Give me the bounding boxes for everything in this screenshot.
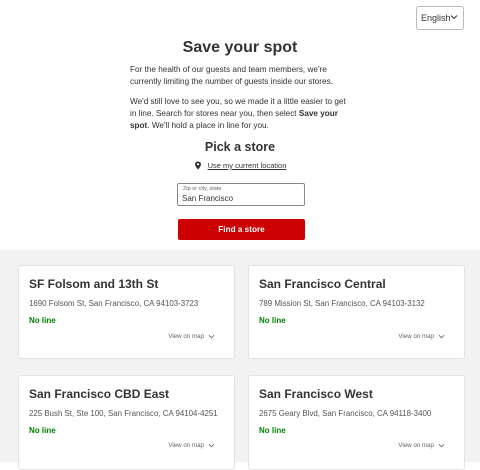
- store-address: 789 Mission St, San Francisco, CA 94103-…: [259, 299, 425, 308]
- find-store-button[interactable]: Find a store: [178, 219, 305, 240]
- language-selected-value: English: [421, 13, 451, 23]
- store-line-status: No line: [29, 426, 56, 435]
- view-on-map-link[interactable]: View on map: [168, 442, 215, 449]
- store-card[interactable]: San Francisco CBD East 225 Bush St, Ste …: [18, 375, 235, 470]
- view-on-map-link[interactable]: View on map: [398, 333, 445, 340]
- store-line-status: No line: [259, 426, 286, 435]
- instructions-text-end: . We'll hold a place in line for you.: [147, 121, 269, 130]
- pick-store-heading: Pick a store: [204, 140, 276, 154]
- store-name: San Francisco Central: [259, 277, 386, 291]
- store-name: San Francisco CBD East: [29, 387, 170, 401]
- use-current-location-link[interactable]: Use my current location: [208, 161, 287, 170]
- store-name: SF Folsom and 13th St: [29, 277, 159, 291]
- view-on-map-label: View on map: [168, 333, 204, 340]
- view-on-map-link[interactable]: View on map: [168, 333, 215, 340]
- intro-paragraph: For the health of our guests and team me…: [130, 65, 333, 86]
- instructions-paragraph: We'd still love to see you, so we made i…: [130, 96, 350, 132]
- chevron-down-icon: [438, 334, 445, 339]
- zip-city-field-label: Zip or city, state: [183, 186, 222, 192]
- store-address: 225 Bush St, Ste 100, San Francisco, CA …: [29, 409, 218, 418]
- page-title: Save your spot: [182, 39, 298, 56]
- zip-city-input[interactable]: [182, 194, 292, 203]
- view-on-map-link[interactable]: View on map: [398, 442, 445, 449]
- chevron-down-icon: [208, 334, 215, 339]
- store-address: 2675 Geary Blvd, San Francisco, CA 94118…: [259, 409, 432, 418]
- view-on-map-label: View on map: [398, 333, 434, 340]
- location-pin-icon: [194, 161, 201, 170]
- store-card[interactable]: San Francisco West 2675 Geary Blvd, San …: [248, 375, 465, 470]
- zip-city-field[interactable]: Zip or city, state: [177, 183, 305, 206]
- store-card[interactable]: SF Folsom and 13th St 1690 Folsom St, Sa…: [18, 265, 235, 359]
- use-location-row[interactable]: Use my current location: [0, 161, 480, 170]
- store-line-status: No line: [29, 316, 56, 325]
- store-address: 1690 Folsom St, San Francisco, CA 94103-…: [29, 299, 199, 308]
- chevron-down-icon: [438, 443, 445, 448]
- store-name: San Francisco West: [259, 387, 373, 401]
- store-card[interactable]: San Francisco Central 789 Mission St, Sa…: [248, 265, 465, 359]
- chevron-down-icon: [208, 443, 215, 448]
- store-line-status: No line: [259, 316, 286, 325]
- language-select[interactable]: English: [416, 6, 464, 30]
- view-on-map-label: View on map: [168, 442, 204, 449]
- view-on-map-label: View on map: [398, 442, 434, 449]
- hero-section: Save your spot For the health of our gue…: [130, 38, 350, 132]
- chevron-down-icon: [450, 15, 458, 20]
